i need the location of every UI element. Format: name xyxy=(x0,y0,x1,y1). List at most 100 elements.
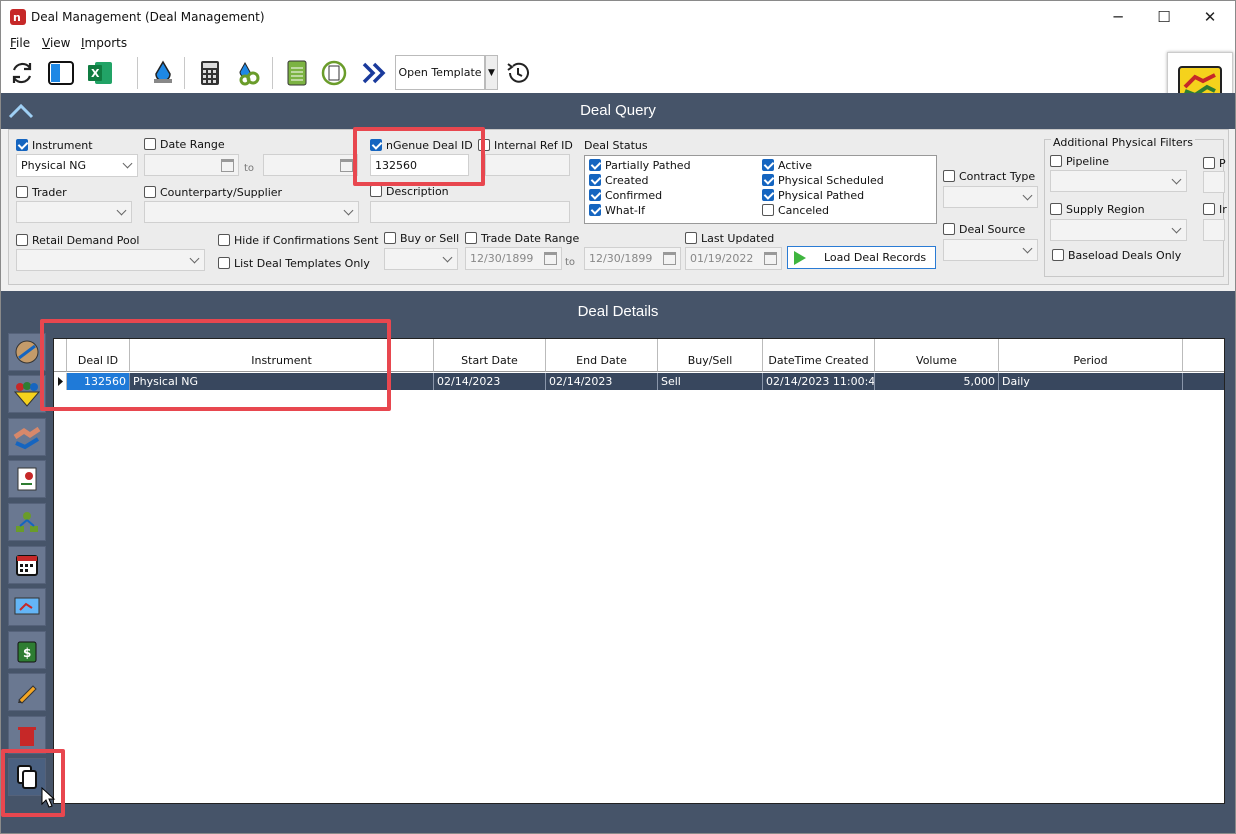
cell-buy-sell[interactable]: Sell xyxy=(658,373,763,390)
screen-icon[interactable] xyxy=(8,588,46,626)
hide-confirmations-checkbox[interactable]: Hide if Confirmations Sent xyxy=(218,234,378,247)
cell-datetime-created[interactable]: 02/14/2023 11:00:41 xyxy=(763,373,875,390)
cell-volume[interactable]: 5,000 xyxy=(875,373,999,390)
buy-or-sell-checkbox[interactable]: Buy or Sell xyxy=(384,232,459,245)
pipeline-select[interactable] xyxy=(1050,170,1187,192)
supply-region-checkbox[interactable]: Supply Region xyxy=(1050,203,1145,216)
baseload-label: Baseload Deals Only xyxy=(1068,249,1182,262)
status-physical-scheduled[interactable]: Physical Scheduled xyxy=(762,174,884,187)
svg-text:X: X xyxy=(91,67,100,80)
toolbar: X Open Template ▼ xyxy=(1,53,1235,93)
calculator-icon[interactable] xyxy=(195,58,225,88)
last-updated-checkbox[interactable]: Last Updated xyxy=(685,232,774,245)
column-header-end-date[interactable]: End Date xyxy=(546,339,658,372)
instrument-select[interactable]: Physical NG xyxy=(16,154,138,177)
collapse-chevron-up-icon[interactable] xyxy=(5,95,37,127)
instrument-checkbox[interactable]: Instrument xyxy=(16,139,93,152)
cell-end-date[interactable]: 02/14/2023 xyxy=(546,373,658,390)
layout-icon[interactable] xyxy=(46,58,76,88)
pipeline-checkbox[interactable]: Pipeline xyxy=(1050,155,1109,168)
menu-file[interactable]: File xyxy=(10,36,30,50)
deal-source-checkbox[interactable]: Deal Source xyxy=(943,223,1025,236)
history-icon[interactable] xyxy=(503,58,533,88)
status-created[interactable]: Created xyxy=(589,174,649,187)
app-window: n Deal Management (Deal Management) ─ ☐ … xyxy=(0,0,1236,834)
double-chevron-icon[interactable] xyxy=(359,58,389,88)
list-templates-checkbox-box xyxy=(218,257,230,269)
retail-demand-pool-checkbox[interactable]: Retail Demand Pool xyxy=(16,234,139,247)
maximize-button[interactable]: ☐ xyxy=(1141,1,1187,33)
contract-type-checkbox[interactable]: Contract Type xyxy=(943,170,1035,183)
trader-select[interactable] xyxy=(16,201,132,223)
internal-ref-id-input[interactable] xyxy=(485,154,570,176)
money-icon[interactable]: $ xyxy=(8,631,46,669)
status-what-if[interactable]: What-If xyxy=(589,204,645,217)
spreadsheet-icon[interactable] xyxy=(282,58,312,88)
refresh-icon[interactable] xyxy=(7,58,37,88)
last-updated-value: 01/19/2022 xyxy=(690,252,754,265)
pencil-icon[interactable] xyxy=(8,673,46,711)
column-header-datetime-created[interactable]: DateTime Created xyxy=(763,339,875,372)
menu-view[interactable]: View xyxy=(42,36,70,50)
handshake-icon[interactable] xyxy=(8,418,46,456)
link-drops-icon[interactable] xyxy=(234,58,264,88)
column-header-start-date[interactable]: Start Date xyxy=(434,339,546,372)
menu-imports[interactable]: Imports xyxy=(81,36,127,50)
date-range-end-field[interactable] xyxy=(263,154,358,176)
trader-checkbox[interactable]: Trader xyxy=(16,186,67,199)
load-deal-records-button[interactable]: Load Deal Records xyxy=(787,246,936,269)
status-partially-pathed[interactable]: Partially Pathed xyxy=(589,159,691,172)
list-templates-checkbox[interactable]: List Deal Templates Only xyxy=(218,257,370,270)
chevron-down-icon xyxy=(122,158,133,169)
counterparty-checkbox[interactable]: Counterparty/Supplier xyxy=(144,186,282,199)
cell-start-date[interactable]: 02/14/2023 xyxy=(434,373,546,390)
counterparty-select[interactable] xyxy=(144,201,359,223)
retail-demand-pool-select[interactable] xyxy=(16,249,205,271)
minimize-button[interactable]: ─ xyxy=(1095,1,1141,33)
network-icon[interactable] xyxy=(8,503,46,541)
buy-or-sell-select[interactable] xyxy=(384,248,458,270)
date-range-checkbox[interactable]: Date Range xyxy=(144,138,225,151)
column-header-period[interactable]: Period xyxy=(999,339,1183,372)
status-physical-pathed[interactable]: Physical Pathed xyxy=(762,189,864,202)
cut-filter-field-2[interactable] xyxy=(1203,219,1225,241)
status-canceled[interactable]: Canceled xyxy=(762,204,829,217)
description-input[interactable] xyxy=(370,201,570,223)
last-updated-label: Last Updated xyxy=(701,232,775,245)
trade-date-to-label: to xyxy=(565,257,576,268)
cell-period[interactable]: Daily xyxy=(999,373,1183,390)
hide-confirmations-label: Hide if Confirmations Sent xyxy=(234,234,379,247)
description-checkbox[interactable]: Description xyxy=(370,185,449,198)
trade-date-range-checkbox[interactable]: Trade Date Range xyxy=(465,232,579,245)
open-template-dropdown-icon[interactable]: ▼ xyxy=(485,55,498,90)
excel-icon[interactable]: X xyxy=(85,58,115,88)
trade-date-from-field[interactable]: 12/30/1899 xyxy=(465,247,562,270)
contract-type-select[interactable] xyxy=(943,186,1038,208)
cut-filter-checkbox-1[interactable]: P xyxy=(1203,157,1226,170)
status-active[interactable]: Active xyxy=(762,159,812,172)
open-template-button[interactable]: Open Template xyxy=(395,55,485,90)
document-icon[interactable] xyxy=(8,460,46,498)
buy-or-sell-label: Buy or Sell xyxy=(400,232,460,245)
cut-filter-field-1[interactable] xyxy=(1203,171,1225,193)
status-label: Created xyxy=(605,174,649,187)
date-range-checkbox-box xyxy=(144,138,156,150)
trade-date-to-field[interactable]: 12/30/1899 xyxy=(584,247,681,270)
last-updated-field[interactable]: 01/19/2022 xyxy=(685,247,782,270)
date-range-start-field[interactable] xyxy=(144,154,239,176)
calendar-icon[interactable] xyxy=(8,546,46,584)
close-button[interactable]: ✕ xyxy=(1187,1,1233,33)
status-checkbox-box xyxy=(762,159,774,171)
menu-file-label: ile xyxy=(16,36,31,50)
internal-ref-id-checkbox[interactable]: Internal Ref ID xyxy=(478,139,573,152)
trade-date-range-label: Trade Date Range xyxy=(481,232,580,245)
deal-source-select[interactable] xyxy=(943,239,1038,261)
cycle-document-icon[interactable] xyxy=(319,58,349,88)
column-header-volume[interactable]: Volume xyxy=(875,339,999,372)
baseload-checkbox[interactable]: Baseload Deals Only xyxy=(1052,249,1181,262)
column-header-buy-sell[interactable]: Buy/Sell xyxy=(658,339,763,372)
status-confirmed[interactable]: Confirmed xyxy=(589,189,662,202)
supply-region-select[interactable] xyxy=(1050,219,1187,241)
drops-icon[interactable] xyxy=(148,58,178,88)
cut-filter-checkbox-2[interactable]: Ir xyxy=(1203,203,1227,216)
